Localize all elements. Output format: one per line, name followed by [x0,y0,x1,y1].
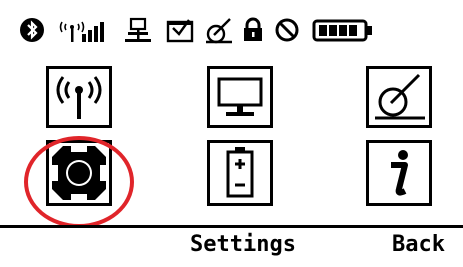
softkey-back[interactable]: Back [392,230,445,260]
wireless-icon [56,76,102,119]
inbox-icon [166,19,194,43]
menu-item-wireless[interactable] [46,66,112,128]
menu-item-info[interactable] [366,140,432,206]
softkey-divider [0,225,463,228]
menu-item-battery[interactable] [207,140,273,206]
info-icon [391,150,408,196]
blocked-icon [275,18,299,42]
battery-icon [226,147,254,198]
signal-icon [59,21,104,42]
lock-icon [244,17,262,41]
bluetooth-icon [20,18,44,42]
network-icon [125,17,151,42]
menu-item-connection[interactable] [366,66,432,128]
device-screen: Settings Back [0,0,463,267]
menu-item-display[interactable] [207,66,273,128]
connection-icon [206,18,232,44]
display-icon [217,77,263,116]
battery-icon [312,19,372,42]
connection-icon [375,73,425,120]
softkey-settings[interactable]: Settings [190,230,296,260]
selection-highlight [24,136,134,228]
